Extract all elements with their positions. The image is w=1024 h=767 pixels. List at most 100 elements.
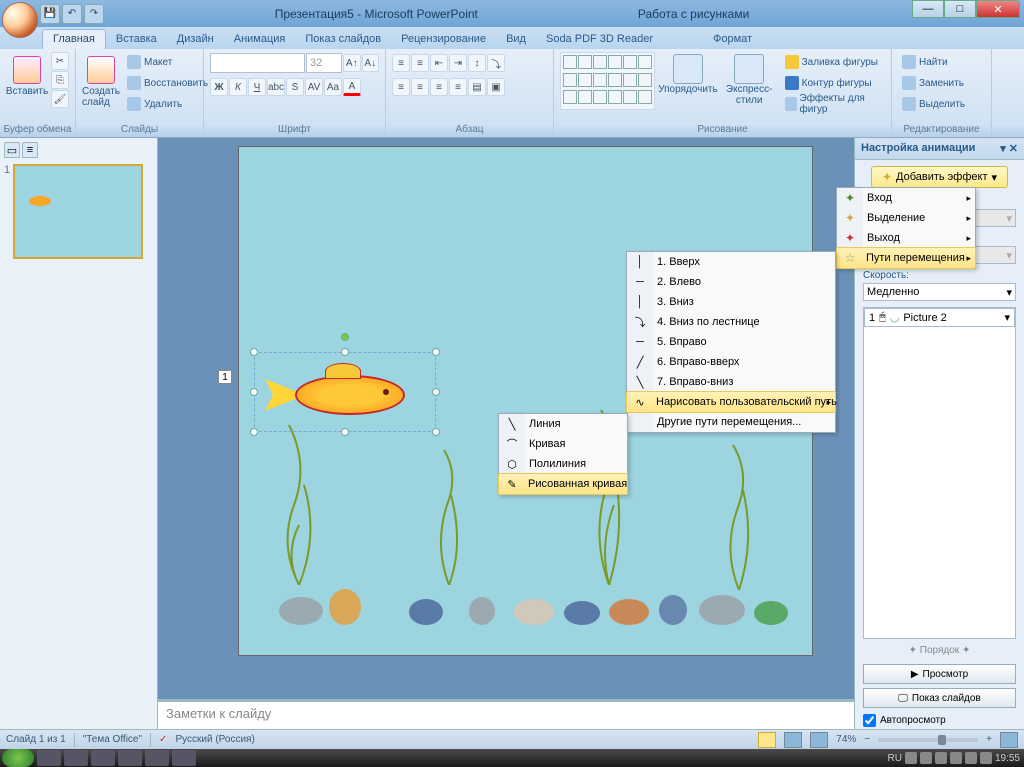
copy-icon[interactable]: ⎘ [51,71,69,89]
add-effect-button[interactable]: ✦Добавить эффект ▾ [871,166,1008,188]
strike-icon[interactable]: abc [267,78,285,96]
columns-icon[interactable]: ▤ [468,78,486,96]
outline-tab-icon[interactable]: ≡ [22,142,38,158]
tab-view[interactable]: Вид [496,30,536,49]
indent-dec-icon[interactable]: ⇤ [430,54,448,72]
layout-button[interactable]: Макет [123,52,212,72]
menu-path-right[interactable]: ─5. Вправо [627,332,835,352]
line-spacing-icon[interactable]: ↕ [468,54,486,72]
tab-review[interactable]: Рецензирование [391,30,496,49]
menu-path-up[interactable]: │1. Вверх [627,252,835,272]
close-pane-icon[interactable]: ▾ ✕ [1000,142,1018,155]
shape-outline-button[interactable]: Контур фигуры [781,73,885,93]
reset-button[interactable]: Восстановить [123,73,212,93]
underline-icon[interactable]: Ч [248,78,266,96]
font-size-combo[interactable] [306,53,342,73]
menu-path-upright[interactable]: ╱6. Вправо-вверх [627,352,835,372]
menu-draw-curve[interactable]: ⌒Кривая [499,434,627,454]
resize-handle[interactable] [341,428,349,436]
taskbar-app-icon[interactable] [145,750,169,766]
select-button[interactable]: Выделить [898,94,969,114]
slide-thumbnail[interactable] [13,164,143,259]
align-left-icon[interactable]: ≡ [392,78,410,96]
resize-handle[interactable] [250,348,258,356]
tray-icon[interactable] [980,752,992,764]
status-lang[interactable]: Русский (Россия) [175,734,254,745]
menu-path-down[interactable]: │3. Вниз [627,292,835,312]
indent-inc-icon[interactable]: ⇥ [449,54,467,72]
taskbar-app-icon[interactable] [118,750,142,766]
resize-handle[interactable] [432,348,440,356]
bold-icon[interactable]: Ж [210,78,228,96]
text-direction-icon[interactable]: ⤵ [487,54,505,72]
menu-draw-freehand[interactable]: ✎Рисованная кривая [498,473,628,495]
justify-icon[interactable]: ≡ [449,78,467,96]
case-icon[interactable]: Aa [324,78,342,96]
menu-entrance[interactable]: ✦Вход▸ [837,188,975,208]
office-button[interactable] [2,2,38,38]
anim-list-item[interactable]: 1🖱◡Picture 2▾ [864,308,1015,327]
align-right-icon[interactable]: ≡ [430,78,448,96]
tray-icon[interactable] [935,752,947,764]
slideshow-button[interactable]: 🖵 Показ слайдов [863,688,1016,708]
maximize-button[interactable]: □ [944,0,976,18]
zoom-slider[interactable] [878,738,978,742]
minimize-button[interactable]: — [912,0,944,18]
tab-home[interactable]: Главная [42,29,106,49]
font-color-icon[interactable]: A [343,78,361,96]
anim-effect-list[interactable]: 1🖱◡Picture 2▾ [863,307,1016,639]
grow-font-icon[interactable]: A↑ [343,54,361,72]
close-button[interactable]: ✕ [976,0,1020,18]
tab-design[interactable]: Дизайн [167,30,224,49]
menu-draw-polyline[interactable]: ⬡Полилиния [499,454,627,474]
rotate-handle[interactable] [341,333,349,341]
tray-icon[interactable] [965,752,977,764]
delete-button[interactable]: Удалить [123,94,212,114]
taskbar-app-icon[interactable] [64,750,88,766]
slides-tab-icon[interactable]: ▭ [4,142,20,158]
resize-handle[interactable] [432,428,440,436]
menu-motion-paths[interactable]: ☆Пути перемещения▸ [836,247,976,269]
tab-soda[interactable]: Soda PDF 3D Reader [536,30,663,49]
speed-combo[interactable]: Медленно▾ [863,283,1016,301]
spacing-icon[interactable]: AV [305,78,323,96]
tab-slideshow[interactable]: Показ слайдов [295,30,391,49]
resize-handle[interactable] [432,388,440,396]
tab-format[interactable]: Формат [703,30,762,49]
menu-path-left[interactable]: ─2. Влево [627,272,835,292]
shrink-font-icon[interactable]: A↓ [362,54,380,72]
preview-button[interactable]: ▶ Просмотр [863,664,1016,684]
font-combo[interactable] [210,53,305,73]
menu-path-custom[interactable]: ∿Нарисовать пользовательский путь▸ [626,391,836,413]
tray-clock[interactable]: 19:55 [995,753,1020,764]
numbering-icon[interactable]: ≡ [411,54,429,72]
menu-path-downright[interactable]: ╲7. Вправо-вниз [627,372,835,392]
tray-lang[interactable]: RU [888,753,902,764]
find-button[interactable]: Найти [898,52,969,72]
smartart-icon[interactable]: ▣ [487,78,505,96]
tab-animation[interactable]: Анимация [224,30,296,49]
shape-fill-button[interactable]: Заливка фигуры [781,52,885,72]
normal-view-icon[interactable] [758,732,776,748]
shapes-gallery[interactable] [560,52,655,110]
qat-redo-icon[interactable]: ↷ [84,4,104,24]
replace-button[interactable]: Заменить [898,73,969,93]
tray-icon[interactable] [920,752,932,764]
zoom-out-icon[interactable]: − [864,734,870,745]
slideshow-view-icon[interactable] [810,732,828,748]
italic-icon[interactable]: К [229,78,247,96]
resize-handle[interactable] [341,348,349,356]
tab-insert[interactable]: Вставка [106,30,167,49]
align-center-icon[interactable]: ≡ [411,78,429,96]
resize-handle[interactable] [250,428,258,436]
cut-icon[interactable]: ✂ [51,52,69,70]
menu-path-stairs[interactable]: ⤵4. Вниз по лестнице [627,312,835,332]
tray-icon[interactable] [905,752,917,764]
start-button[interactable] [2,749,34,767]
tray-icon[interactable] [950,752,962,764]
taskbar-app-icon[interactable] [37,750,61,766]
format-painter-icon[interactable]: 🖌 [51,90,69,108]
zoom-value[interactable]: 74% [836,734,856,745]
shape-effects-button[interactable]: Эффекты для фигур [781,94,885,114]
shadow-icon[interactable]: S [286,78,304,96]
